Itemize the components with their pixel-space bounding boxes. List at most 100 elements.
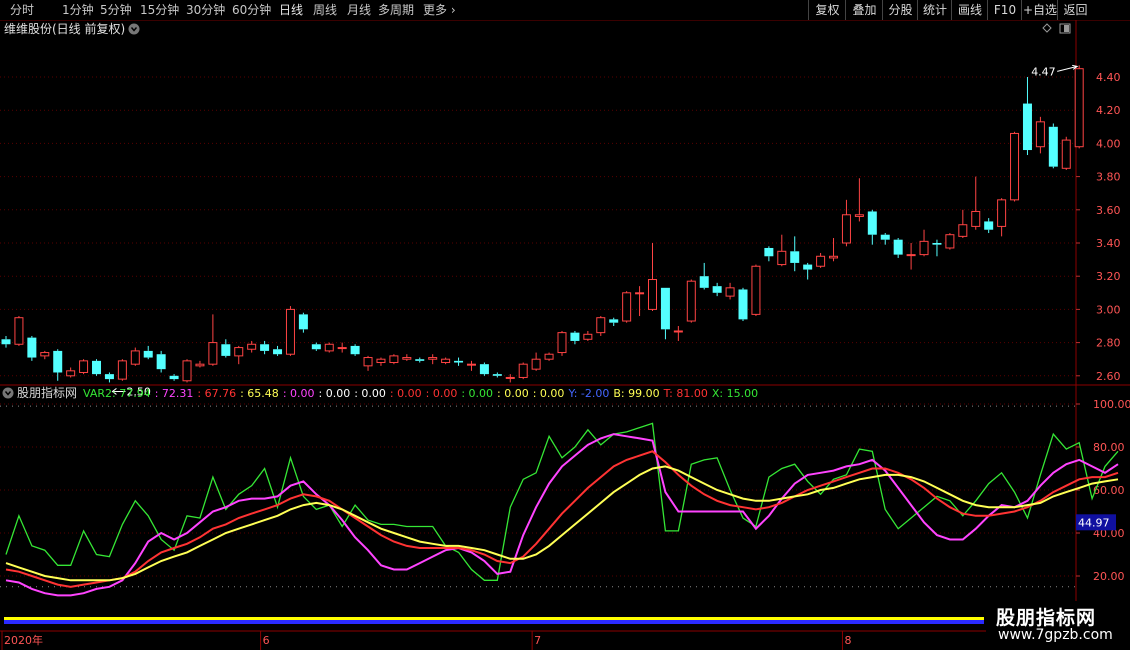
candle-46 [596, 316, 606, 336]
indicator-readout-4: : 0.00 [283, 387, 315, 400]
candle-11 [143, 345, 153, 360]
candle-81 [1048, 123, 1058, 169]
candle-14 [182, 359, 192, 383]
candle-82 [1061, 136, 1071, 170]
candle-12 [156, 350, 166, 373]
candle-25 [324, 342, 334, 353]
title-chevron-icon [128, 23, 140, 35]
price-tick-label: 4.00 [1096, 137, 1121, 150]
candle-6 [79, 359, 89, 375]
candle-58 [751, 264, 761, 317]
indicator-tick-label: 100.00 [1093, 398, 1130, 411]
toolbar: 分时 1分钟 5分钟 15分钟 30分钟 60分钟 日线 周线 月线 多周期 更多 › 复权 叠加 分股统… [0, 0, 1130, 21]
indicator-tick-label: 20.00 [1093, 570, 1125, 583]
time-axis-label: 2020年 [4, 633, 43, 647]
candle-28 [363, 355, 373, 371]
candle-73 [945, 233, 955, 250]
candle-40 [518, 362, 528, 380]
candle-35 [454, 357, 464, 366]
toolbar-button-0[interactable]: 复权 [808, 0, 846, 20]
toolbar-button-2[interactable]: 分股 [882, 0, 918, 20]
candle-44 [570, 330, 580, 345]
candle-29 [376, 357, 386, 366]
candle-53 [686, 279, 696, 323]
diamond-icon [1042, 23, 1052, 33]
period-tab-6[interactable]: 日线 [279, 2, 303, 18]
price-tick-label: 3.00 [1096, 303, 1121, 316]
indicator-readout-0: VAR2: 77.94 [83, 387, 151, 400]
candle-0 [1, 335, 11, 348]
indicator-header: 股朋指标网 VAR2: 77.94: 72.31: 67.76: 65.48: 0… [17, 385, 758, 400]
period-tab-2[interactable]: 5分钟 [100, 2, 132, 18]
candle-83 [1074, 65, 1084, 149]
candle-57 [738, 287, 748, 322]
candle-39 [505, 374, 515, 383]
candle-70 [906, 243, 916, 270]
current-value-label: 44.97 [1078, 516, 1110, 529]
candle-41 [531, 352, 541, 371]
toolbar-button-3[interactable]: 统计 [917, 0, 952, 20]
more-menu[interactable]: 更多 › [423, 2, 456, 18]
indicator-readout-13: B: 99.00 [613, 387, 659, 400]
indicator-readout-6: : 0.00 [354, 387, 386, 400]
candle-63 [816, 252, 826, 268]
candle-62 [803, 262, 813, 280]
candle-3 [40, 350, 50, 360]
period-tab-5[interactable]: 60分钟 [232, 2, 271, 18]
indicator-readout-7: : 0.00 [390, 387, 422, 400]
price-tick-label: 4.20 [1096, 104, 1121, 117]
candle-48 [622, 291, 632, 323]
chart-area: 4.40 4.20 4.00 3.80 3.60 3.40 3.20 3.00 2.80 2.60… [0, 20, 1130, 650]
period-tab-1[interactable]: 1分钟 [62, 2, 94, 18]
candle-37 [479, 362, 489, 376]
candle-18 [234, 345, 244, 365]
candle-72 [932, 239, 942, 257]
candle-30 [389, 354, 399, 365]
candle-42 [544, 352, 554, 361]
indicator-readout-8: : 0.00 [426, 387, 458, 400]
price-tick-label: 3.80 [1096, 171, 1121, 184]
indicator-readout-15: X: 15.00 [712, 387, 758, 400]
period-tab-4[interactable]: 30分钟 [186, 2, 225, 18]
candle-16 [208, 314, 218, 366]
candle-20 [260, 340, 270, 355]
period-tab-8[interactable]: 月线 [347, 2, 371, 18]
toolbar-button-4[interactable]: 画线 [951, 0, 988, 20]
price-tick-label: 2.80 [1096, 337, 1121, 350]
candle-47 [609, 317, 619, 326]
toolbar-button-1[interactable]: 叠加 [845, 0, 883, 20]
toolbar-button-5[interactable]: F10 [987, 0, 1022, 20]
watermark: 股朋指标网 www.7gpzb.com [986, 601, 1130, 650]
candle-56 [725, 282, 735, 300]
candle-17 [221, 339, 231, 358]
toolbar-button-6[interactable]: +自选 [1021, 0, 1058, 20]
candle-76 [984, 218, 994, 234]
candle-45 [583, 330, 593, 341]
candle-61 [790, 236, 800, 272]
signal-band-blue [4, 620, 984, 624]
candle-66 [854, 178, 864, 222]
period-tab-7[interactable]: 周线 [313, 2, 337, 18]
candle-38 [492, 372, 502, 378]
candle-50 [648, 243, 657, 312]
candle-36 [466, 360, 476, 371]
price-tick-label: 3.40 [1096, 237, 1121, 250]
high-arrow-icon [1057, 64, 1079, 72]
watermark-title: 股朋指标网 [996, 607, 1097, 629]
period-tab-9[interactable]: 多周期 [378, 2, 414, 18]
main-title: 维维股份(日线 前复权) [4, 21, 125, 36]
period-tab-3[interactable]: 15分钟 [140, 2, 179, 18]
price-tick-label: 3.60 [1096, 204, 1121, 217]
high-price-label: 4.47 [1031, 65, 1056, 78]
candle-32 [415, 357, 425, 363]
toolbar-button-7[interactable]: 返回 [1057, 0, 1093, 20]
time-axis-label: 6 [263, 634, 270, 647]
indicator-readout-2: : 67.76 [197, 387, 236, 400]
signal-band-yellow [4, 617, 984, 620]
indicator-readout-12: Y: -2.00 [567, 387, 609, 400]
watermark-url: www.7gpzb.com [998, 627, 1113, 643]
period-tab-0[interactable]: 分时 [10, 2, 34, 18]
candle-55 [712, 282, 722, 297]
candle-5 [66, 367, 76, 378]
time-axis-label: 7 [534, 634, 541, 647]
